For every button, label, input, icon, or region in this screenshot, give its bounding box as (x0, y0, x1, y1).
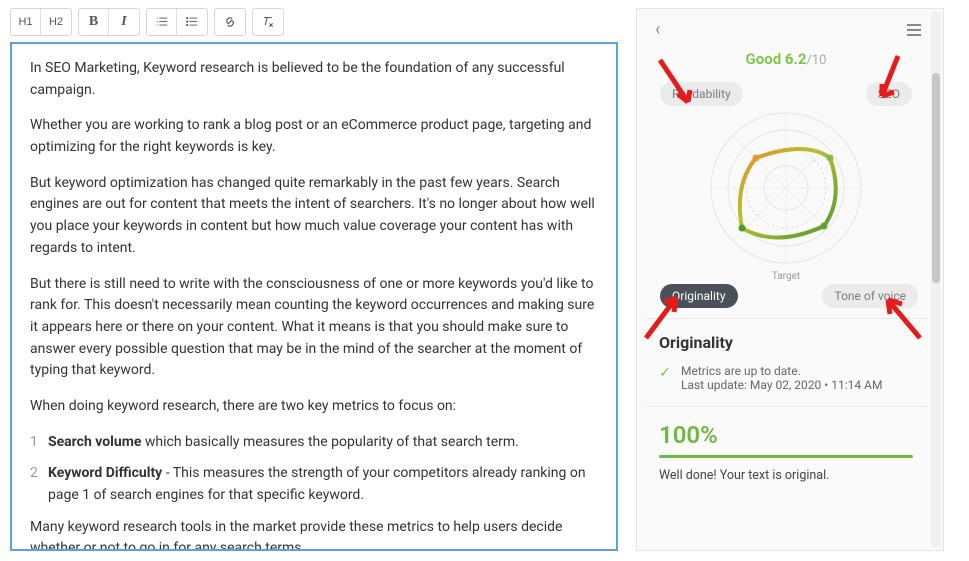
scrollbar[interactable] (931, 11, 941, 548)
percent-message: Well done! Your text is original. (659, 468, 913, 483)
bold-button[interactable]: B (79, 9, 109, 35)
target-label: Target (772, 271, 800, 282)
list-number: 1 (30, 432, 48, 454)
paragraph: Whether you are working to rank a blog p… (30, 115, 598, 158)
list-number: 2 (30, 463, 48, 506)
list-item: 1 Search volume which basically measures… (30, 432, 598, 454)
pill-readability[interactable]: Readability (660, 82, 743, 106)
pill-tone[interactable]: Tone of voice (822, 284, 918, 308)
analysis-panel: ‹ Good 6.2/10 Readability SEO Originalit… (636, 8, 944, 551)
list-group (146, 8, 208, 36)
bold-text: Search volume (48, 434, 141, 450)
paragraph: Many keyword research tools in the marke… (30, 517, 598, 551)
clear-group (252, 8, 284, 36)
progress-bar (659, 455, 913, 458)
list-text: Search volume which basically measures t… (48, 432, 598, 454)
score-display: Good 6.2/10 (645, 44, 927, 78)
pill-originality[interactable]: Originality (660, 284, 738, 308)
h1-button[interactable]: H1 (11, 9, 41, 35)
score-value: 6.2 (785, 50, 807, 68)
paragraph: In SEO Marketing, Keyword research is be… (30, 58, 598, 101)
radar-svg (701, 103, 871, 273)
link-button[interactable] (215, 9, 245, 35)
metrics-line: Last update: May 02, 2020 • 11:14 AM (681, 378, 882, 392)
metrics-status: ✓ Metrics are up to date. Last update: M… (645, 364, 927, 407)
check-icon: ✓ (659, 365, 671, 381)
ordered-list-button[interactable] (147, 9, 177, 35)
menu-icon[interactable] (907, 24, 921, 36)
paragraph: When doing keyword research, there are t… (30, 396, 598, 418)
italic-button[interactable]: I (109, 9, 139, 35)
format-group: B I (78, 8, 140, 36)
score-label: Good (746, 50, 782, 68)
editor-content[interactable]: In SEO Marketing, Keyword research is be… (10, 42, 618, 551)
radar-chart: Readability SEO Originality Tone of voic… (646, 78, 926, 308)
unordered-list-button[interactable] (177, 9, 207, 35)
section-title: Originality (645, 318, 927, 364)
paragraph: But keyword optimization has changed qui… (30, 173, 598, 260)
clear-format-button[interactable] (253, 9, 283, 35)
scrollbar-thumb[interactable] (932, 73, 940, 283)
heading-group: H1 H2 (10, 8, 72, 36)
link-group (214, 8, 246, 36)
list-item: 2 Keyword Difficulty - This measures the… (30, 463, 598, 506)
metrics-line: Metrics are up to date. (681, 364, 882, 378)
bold-text: Keyword Difficulty (48, 465, 162, 481)
originality-score: 100% Well done! Your text is original. (645, 407, 927, 487)
back-icon[interactable]: ‹ (655, 19, 660, 40)
score-max: /10 (806, 53, 826, 68)
paragraph: But there is still need to write with th… (30, 274, 598, 382)
editor-toolbar: H1 H2 B I (10, 8, 618, 42)
h2-button[interactable]: H2 (41, 9, 71, 35)
text: which basically measures the popularity … (141, 434, 518, 450)
list-text: Keyword Difficulty - This measures the s… (48, 463, 598, 506)
editor-panel: H1 H2 B I In SEO Marketing, Keywor (10, 8, 618, 551)
pill-seo[interactable]: SEO (866, 82, 912, 106)
percent-value: 100% (659, 421, 913, 449)
panel-header: ‹ (645, 9, 927, 44)
